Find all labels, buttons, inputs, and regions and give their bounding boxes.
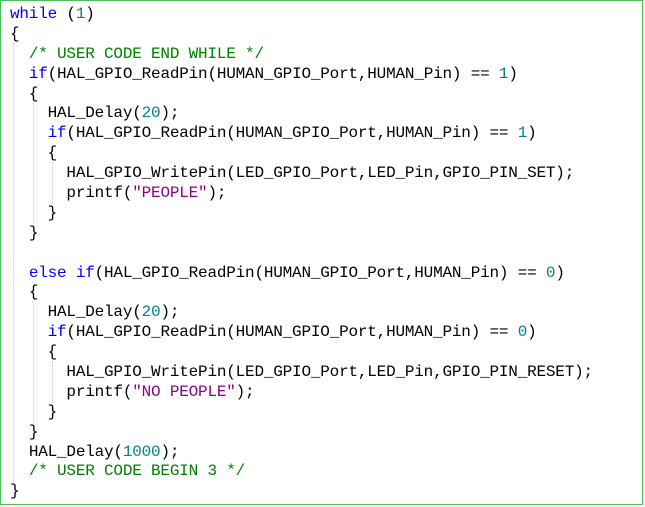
code-token: ) [527, 124, 537, 143]
indent-guide [32, 301, 34, 423]
keyword-token: if [28, 64, 48, 83]
code-token: ); [160, 442, 180, 461]
code-token: ) [508, 64, 518, 83]
code-token: { [47, 343, 58, 362]
code-token: HAL_GPIO_WritePin(LED_GPIO_Port,LED_Pin,… [66, 363, 593, 382]
code-token: (HAL_GPIO_ReadPin(HUMAN_GPIO_Port,HUMAN_… [66, 124, 518, 143]
code-line[interactable]: HAL_Delay(20); [10, 303, 640, 323]
code-token: ( [57, 5, 76, 23]
code-token: } [28, 422, 39, 441]
code-token: { [28, 84, 39, 103]
string-token: "PEOPLE" [132, 184, 208, 203]
keyword-token: if [47, 124, 67, 143]
code-token: (HAL_GPIO_ReadPin(HUMAN_GPIO_Port,HUMAN_… [94, 263, 546, 282]
code-line[interactable]: { [10, 144, 640, 164]
code-line[interactable]: } [10, 482, 640, 502]
code-line[interactable]: } [10, 224, 640, 244]
code-line[interactable]: HAL_GPIO_WritePin(LED_GPIO_Port,LED_Pin,… [10, 164, 640, 184]
code-line[interactable]: } [10, 403, 640, 423]
code-line[interactable] [10, 244, 640, 264]
code-token: { [47, 144, 58, 163]
code-line[interactable]: if(HAL_GPIO_ReadPin(HUMAN_GPIO_Port,HUMA… [10, 65, 640, 85]
indent-guide [52, 162, 54, 204]
code-area[interactable]: while (1){ /* USER CODE END WHILE */ if(… [10, 5, 640, 502]
keyword-token: if [47, 323, 67, 342]
code-line[interactable]: printf("NO PEOPLE"); [10, 383, 640, 403]
code-token: ); [160, 303, 180, 322]
code-line[interactable]: if(HAL_GPIO_ReadPin(HUMAN_GPIO_Port,HUMA… [10, 124, 640, 144]
string-token: "NO PEOPLE" [132, 382, 236, 401]
code-line[interactable]: while (1) [10, 5, 640, 25]
number-token: 0 [517, 323, 528, 342]
code-token: ); [207, 184, 227, 203]
indent-guide [52, 361, 54, 403]
code-token: ); [235, 382, 255, 401]
code-token: HAL_GPIO_WritePin(LED_GPIO_Port,LED_Pin,… [66, 164, 575, 183]
code-token: ) [555, 263, 565, 282]
code-token: HAL_Delay( [47, 104, 142, 123]
number-token: 20 [141, 303, 161, 322]
code-token: printf( [66, 382, 133, 401]
comment-token: /* USER CODE END WHILE */ [28, 44, 264, 63]
keyword-token: while [10, 5, 58, 23]
comment-token: /* USER CODE BEGIN 3 */ [28, 462, 246, 481]
code-editor[interactable]: while (1){ /* USER CODE END WHILE */ if(… [0, 0, 643, 505]
code-token: } [47, 203, 58, 222]
code-line[interactable]: { [10, 25, 640, 45]
indent-guide [32, 102, 34, 224]
number-token: 1000 [122, 442, 161, 461]
code-line[interactable]: } [10, 423, 640, 443]
code-line[interactable]: HAL_Delay(1000); [10, 443, 640, 463]
code-token: } [10, 482, 20, 501]
number-token: 20 [141, 104, 161, 123]
indent-guide [13, 42, 14, 483]
code-line[interactable]: HAL_GPIO_WritePin(LED_GPIO_Port,LED_Pin,… [10, 363, 640, 383]
code-line[interactable]: HAL_Delay(20); [10, 104, 640, 124]
code-token: ) [527, 323, 537, 342]
code-token: ) [85, 5, 95, 23]
code-line[interactable]: else if(HAL_GPIO_ReadPin(HUMAN_GPIO_Port… [10, 264, 640, 284]
code-token: { [10, 24, 20, 43]
code-line[interactable]: /* USER CODE END WHILE */ [10, 45, 640, 65]
code-token: printf( [66, 184, 133, 203]
code-token: (HAL_GPIO_ReadPin(HUMAN_GPIO_Port,HUMAN_… [66, 323, 518, 342]
code-token: HAL_Delay( [47, 303, 142, 322]
code-token: HAL_Delay( [28, 442, 123, 461]
number-token: 1 [498, 64, 509, 83]
code-line[interactable]: { [10, 343, 640, 363]
code-line[interactable]: if(HAL_GPIO_ReadPin(HUMAN_GPIO_Port,HUMA… [10, 323, 640, 343]
code-token: } [47, 402, 58, 421]
code-token: } [28, 223, 39, 242]
keyword-token: else if [28, 263, 95, 282]
code-token: ); [160, 104, 180, 123]
code-token: { [28, 283, 39, 302]
number-token: 1 [517, 124, 528, 143]
code-line[interactable]: { [10, 85, 640, 105]
number-token: 1 [75, 5, 86, 23]
code-token: (HAL_GPIO_ReadPin(HUMAN_GPIO_Port,HUMAN_… [47, 64, 499, 83]
code-line[interactable]: } [10, 204, 640, 224]
code-line[interactable]: printf("PEOPLE"); [10, 184, 640, 204]
code-line[interactable]: { [10, 283, 640, 303]
number-token: 0 [545, 263, 556, 282]
code-line[interactable]: /* USER CODE BEGIN 3 */ [10, 462, 640, 482]
